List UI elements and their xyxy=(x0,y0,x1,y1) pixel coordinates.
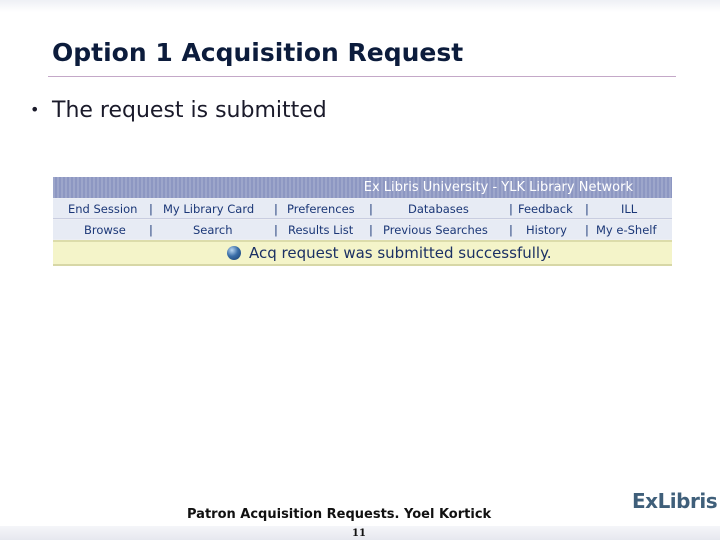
nav-separator: | xyxy=(509,202,513,216)
footer-caption: Patron Acquisition Requests. Yoel Kortic… xyxy=(187,507,492,522)
slide-title: Option 1 Acquisition Request xyxy=(52,38,464,67)
nav-separator: | xyxy=(585,202,589,216)
nav-browse[interactable]: Browse xyxy=(84,223,126,237)
top-band xyxy=(0,0,720,12)
exlibris-logo: ExLibris xyxy=(632,489,718,513)
nav-separator: | xyxy=(149,202,153,216)
nav-search[interactable]: Search xyxy=(193,223,233,237)
nav-databases[interactable]: Databases xyxy=(408,202,469,216)
nav-separator: | xyxy=(274,223,278,237)
library-web-screenshot: Ex Libris University - YLK Library Netwo… xyxy=(53,177,672,266)
bullet-marker: • xyxy=(30,100,40,119)
nav-results-list[interactable]: Results List xyxy=(288,223,353,237)
nav-row-primary: End Session | My Library Card | Preferen… xyxy=(53,199,672,219)
nav-end-session[interactable]: End Session xyxy=(68,202,137,216)
nav-my-library-card[interactable]: My Library Card xyxy=(163,202,254,216)
blue-orb-icon xyxy=(227,246,241,260)
library-header-title: Ex Libris University - YLK Library Netwo… xyxy=(363,180,633,195)
title-divider xyxy=(48,76,676,77)
success-message-text: Acq request was submitted successfully. xyxy=(249,244,552,262)
nav-separator: | xyxy=(369,202,373,216)
nav-ill[interactable]: ILL xyxy=(621,202,637,216)
nav-separator: | xyxy=(585,223,589,237)
bullet-point: • The request is submitted xyxy=(30,98,327,123)
nav-separator: | xyxy=(274,202,278,216)
page-number: 11 xyxy=(352,528,366,539)
bullet-text: The request is submitted xyxy=(52,98,327,123)
nav-preferences[interactable]: Preferences xyxy=(287,202,355,216)
nav-separator: | xyxy=(369,223,373,237)
nav-previous-searches[interactable]: Previous Searches xyxy=(383,223,488,237)
nav-separator: | xyxy=(509,223,513,237)
nav-row-secondary: Browse | Search | Results List | Previou… xyxy=(53,220,672,239)
nav-my-e-shelf[interactable]: My e-Shelf xyxy=(596,223,657,237)
nav-feedback[interactable]: Feedback xyxy=(518,202,573,216)
library-header-bar: Ex Libris University - YLK Library Netwo… xyxy=(53,177,672,198)
nav-separator: | xyxy=(149,223,153,237)
nav-history[interactable]: History xyxy=(526,223,567,237)
success-message-bar: Acq request was submitted successfully. xyxy=(53,240,672,266)
